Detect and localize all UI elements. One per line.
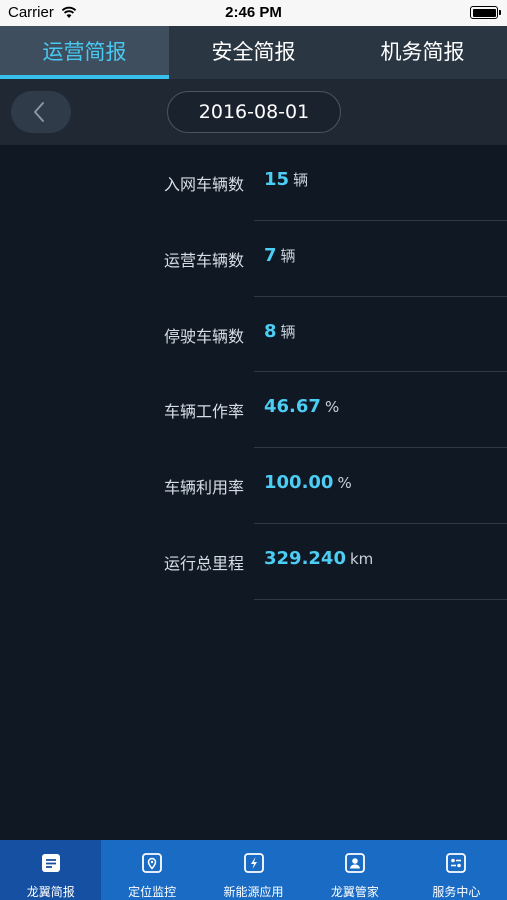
- stat-label: 运营车辆数: [163, 250, 244, 270]
- bottom-tab-label: 新能源应用: [223, 885, 284, 899]
- stat-value: 8辆: [264, 320, 296, 342]
- stat-unit: 辆: [280, 246, 296, 265]
- stat-unit: 辆: [280, 322, 296, 341]
- tab-operation-report[interactable]: 运营简报: [0, 26, 169, 79]
- document-icon: [41, 854, 60, 872]
- stat-row-operating-vehicles: 运营车辆数 7辆: [0, 221, 507, 297]
- stat-value: 46.67%: [264, 396, 340, 418]
- date-bar: 2016-08-01: [0, 79, 507, 145]
- bottom-tab-briefing[interactable]: 龙翼简报: [0, 840, 102, 900]
- stat-unit: %: [337, 474, 352, 493]
- bottom-tab-service-center[interactable]: 服务中心: [406, 840, 507, 900]
- bottom-tab-bar: 龙翼简报 定位监控 新能源应用 龙翼管家 服务中心: [0, 840, 507, 900]
- date-selector[interactable]: 2016-08-01: [167, 91, 341, 133]
- bottom-tab-location[interactable]: 定位监控: [101, 840, 202, 900]
- person-card-icon: [345, 853, 365, 873]
- location-pin-icon: [142, 853, 163, 873]
- divider: [254, 598, 507, 600]
- top-tab-bar: 运营简报 安全简报 机务简报: [0, 26, 507, 79]
- bottom-tab-label: 龙翼简报: [26, 885, 75, 899]
- stat-value: 7辆: [264, 244, 296, 266]
- settings-panel-icon: [446, 853, 467, 873]
- status-time: 2:46 PM: [225, 4, 282, 21]
- bottom-tab-label: 服务中心: [432, 885, 481, 899]
- tab-maintenance-report[interactable]: 机务简报: [338, 26, 507, 79]
- stat-value: 100.00%: [264, 472, 352, 494]
- back-button[interactable]: [11, 91, 71, 133]
- bottom-tab-new-energy[interactable]: 新能源应用: [203, 840, 304, 900]
- bottom-tab-label: 龙翼管家: [330, 885, 379, 899]
- stat-row-stopped-vehicles: 停驶车辆数 8辆: [0, 297, 507, 373]
- stat-label: 入网车辆数: [163, 175, 244, 194]
- tab-safety-report[interactable]: 安全简报: [169, 26, 338, 79]
- stat-label: 车辆工作率: [163, 402, 244, 422]
- lightning-icon: [243, 853, 264, 873]
- stat-label: 运行总里程: [163, 553, 244, 573]
- bottom-tab-label: 定位监控: [128, 885, 177, 899]
- stat-row-networked-vehicles: 入网车辆数 15 辆: [0, 145, 507, 221]
- battery-icon: [470, 6, 501, 19]
- stat-row-utilization-rate: 车辆利用率 100.00%: [0, 448, 507, 524]
- stat-row-total-mileage: 运行总里程 329.240 km: [0, 524, 507, 600]
- stat-label: 停驶车辆数: [163, 326, 244, 346]
- bottom-tab-manager[interactable]: 龙翼管家: [304, 840, 405, 900]
- stats-list: 入网车辆数 15 辆 运营车辆数 7辆 停驶车辆数 8辆 车辆工作率 46.67%…: [0, 145, 507, 600]
- chevron-left-icon: [34, 102, 44, 122]
- stat-value: 329.240 km: [264, 547, 374, 569]
- stat-label: 车辆利用率: [163, 478, 244, 498]
- status-bar: Carrier 2:46 PM: [0, 0, 507, 26]
- stat-row-work-rate: 车辆工作率 46.67%: [0, 372, 507, 449]
- stat-value: 15 辆: [264, 169, 309, 190]
- stat-unit: km: [349, 549, 374, 568]
- stat-unit: %: [324, 398, 340, 417]
- stat-unit: 辆: [293, 171, 309, 189]
